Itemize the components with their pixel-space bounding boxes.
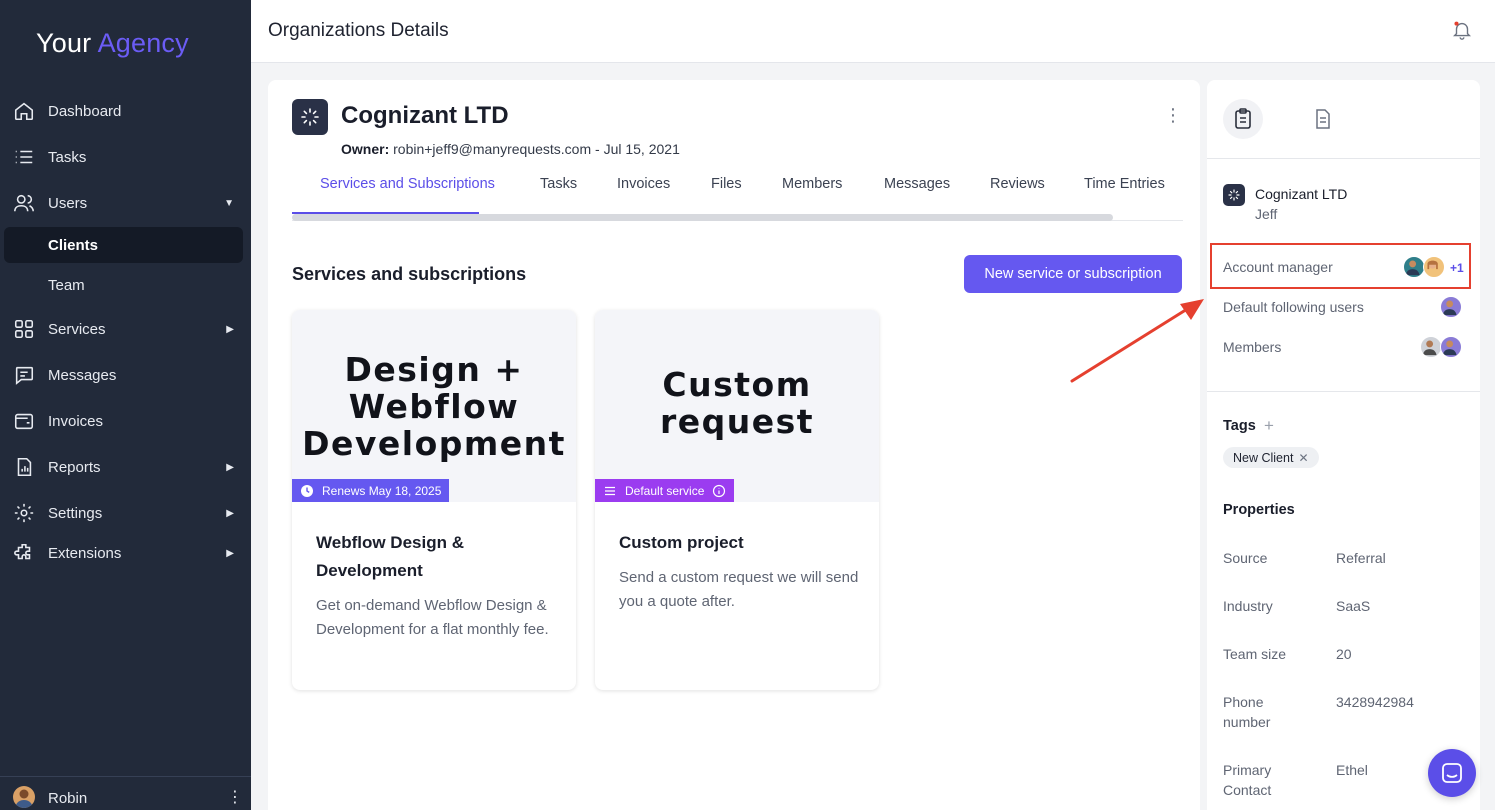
panel-tab-details[interactable] bbox=[1223, 99, 1263, 139]
tab-scrollbar[interactable] bbox=[292, 214, 1113, 221]
top-bar: Organizations Details bbox=[251, 0, 1495, 63]
menu-icon bbox=[605, 486, 615, 495]
owner-info: Owner: robin+jeff9@manyrequests.com - Ju… bbox=[341, 141, 680, 157]
list-icon bbox=[15, 150, 33, 164]
tab-time-entries[interactable]: Time Entries bbox=[1084, 176, 1165, 192]
sidebar-item-team[interactable]: Team bbox=[4, 267, 243, 303]
tag-chip[interactable]: New Client ✕ bbox=[1223, 447, 1319, 468]
members-label: Members bbox=[1223, 339, 1282, 355]
sidebar-item-dashboard[interactable]: Dashboard bbox=[0, 91, 251, 131]
wallet-icon bbox=[14, 413, 34, 430]
property-value[interactable]: SaaS bbox=[1336, 596, 1370, 616]
service-card[interactable]: Design + Webflow Development Renews May … bbox=[292, 310, 576, 690]
sidebar-item-invoices[interactable]: Invoices bbox=[0, 401, 251, 441]
tab-reviews[interactable]: Reviews bbox=[990, 176, 1045, 192]
panel-tab-notes[interactable] bbox=[1303, 99, 1343, 139]
service-title: Webflow Design & Development bbox=[316, 533, 464, 580]
property-value[interactable]: 3428942984 bbox=[1336, 692, 1420, 712]
annotation-arrow bbox=[1070, 299, 1204, 383]
tab-tasks[interactable]: Tasks bbox=[540, 176, 577, 192]
tab-bar: Services and Subscriptions Tasks Invoice… bbox=[292, 176, 1183, 216]
user-menu[interactable]: Robin ⋮ bbox=[0, 776, 251, 810]
loader-icon bbox=[1228, 189, 1240, 201]
service-description: Get on-demand Webflow Design & Developme… bbox=[316, 597, 549, 638]
active-tab-indicator bbox=[292, 212, 479, 214]
property-key: Primary Contact bbox=[1223, 762, 1272, 798]
chat-icon bbox=[1442, 763, 1462, 783]
property-key: Source bbox=[1223, 550, 1268, 566]
bell-icon[interactable] bbox=[1451, 19, 1473, 41]
org-logo bbox=[292, 99, 328, 135]
org-name: Cognizant LTD bbox=[341, 102, 509, 129]
sidebar-item-services[interactable]: Services ▶ bbox=[0, 309, 251, 349]
service-cover: Design + Webflow Development bbox=[292, 310, 576, 502]
tab-services-and-subscriptions[interactable]: Services and Subscriptions bbox=[320, 176, 495, 192]
service-title: Custom project bbox=[619, 533, 744, 552]
loader-icon bbox=[301, 108, 319, 126]
tags-title: Tags bbox=[1223, 418, 1256, 434]
details-panel: Cognizant LTD Jeff Account manager +1 De… bbox=[1207, 80, 1480, 810]
chat-launcher[interactable] bbox=[1428, 749, 1476, 797]
more-vertical-icon[interactable]: ⋮ bbox=[1164, 106, 1182, 124]
brand-logo[interactable]: Your Agency bbox=[36, 28, 189, 59]
property-value[interactable]: 20 bbox=[1336, 644, 1352, 664]
tab-messages[interactable]: Messages bbox=[884, 176, 950, 192]
page-title: Organizations Details bbox=[268, 20, 449, 41]
property-key: Phone number bbox=[1223, 694, 1271, 730]
tab-invoices[interactable]: Invoices bbox=[617, 176, 670, 192]
users-icon bbox=[14, 194, 34, 212]
property-key: Team size bbox=[1223, 646, 1287, 662]
default-service-badge: Default service bbox=[595, 479, 735, 502]
following-users-label: Default following users bbox=[1223, 299, 1364, 315]
avatar[interactable] bbox=[1440, 336, 1462, 358]
sidebar-item-tasks[interactable]: Tasks bbox=[0, 137, 251, 177]
grid-icon bbox=[14, 319, 34, 339]
sidebar-item-messages[interactable]: Messages bbox=[0, 355, 251, 395]
annotation-highlight bbox=[1210, 243, 1471, 289]
clock-icon bbox=[301, 484, 313, 497]
renewal-badge: Renews May 18, 2025 bbox=[292, 479, 450, 502]
new-service-button[interactable]: New service or subscription bbox=[964, 255, 1182, 293]
chevron-down-icon: ▼ bbox=[224, 197, 234, 209]
add-tag-icon[interactable]: + bbox=[1264, 416, 1274, 436]
sidebar-item-clients[interactable]: Clients bbox=[4, 227, 243, 263]
chevron-right-icon: ▶ bbox=[226, 507, 234, 519]
chevron-right-icon: ▶ bbox=[226, 461, 234, 473]
close-icon[interactable]: ✕ bbox=[1298, 451, 1308, 465]
tab-members[interactable]: Members bbox=[782, 176, 842, 192]
panel-org-name: Cognizant LTD bbox=[1255, 186, 1348, 202]
sidebar: Your Agency Dashboard Tasks Users ▼ Clie… bbox=[0, 0, 251, 810]
chevron-right-icon: ▶ bbox=[226, 547, 234, 559]
more-vertical-icon[interactable]: ⋮ bbox=[227, 787, 243, 807]
tab-files[interactable]: Files bbox=[711, 176, 742, 192]
service-cover: Custom request bbox=[595, 310, 879, 502]
report-icon bbox=[17, 457, 32, 477]
avatar[interactable] bbox=[1420, 336, 1442, 358]
org-details-card: Cognizant LTD ⋮ Owner: robin+jeff9@manyr… bbox=[268, 80, 1200, 810]
sidebar-item-reports[interactable]: Reports ▶ bbox=[0, 447, 251, 487]
document-icon bbox=[1316, 109, 1330, 129]
service-card[interactable]: Custom request Default service Custom pr… bbox=[595, 310, 879, 690]
clipboard-icon bbox=[1235, 108, 1251, 129]
home-icon bbox=[14, 102, 34, 121]
puzzle-icon bbox=[14, 543, 31, 560]
gear-icon bbox=[14, 503, 34, 523]
sidebar-item-users[interactable]: Users ▼ bbox=[0, 183, 251, 223]
panel-person-name: Jeff bbox=[1255, 206, 1278, 222]
chevron-right-icon: ▶ bbox=[226, 323, 234, 335]
service-description: Send a custom request we will send you a… bbox=[619, 569, 859, 610]
info-icon[interactable] bbox=[712, 484, 726, 498]
avatar bbox=[13, 786, 35, 808]
sidebar-item-settings[interactable]: Settings ▶ bbox=[0, 493, 251, 533]
properties-title: Properties bbox=[1223, 502, 1295, 518]
avatar[interactable] bbox=[1440, 296, 1462, 318]
org-logo bbox=[1223, 184, 1245, 206]
chat-icon bbox=[15, 366, 34, 385]
section-title: Services and subscriptions bbox=[292, 264, 527, 284]
property-value[interactable]: Ethel bbox=[1336, 760, 1368, 780]
property-key: Industry bbox=[1223, 598, 1273, 614]
sidebar-item-extensions[interactable]: Extensions ▶ bbox=[0, 533, 251, 573]
property-value[interactable]: Referral bbox=[1336, 548, 1386, 568]
